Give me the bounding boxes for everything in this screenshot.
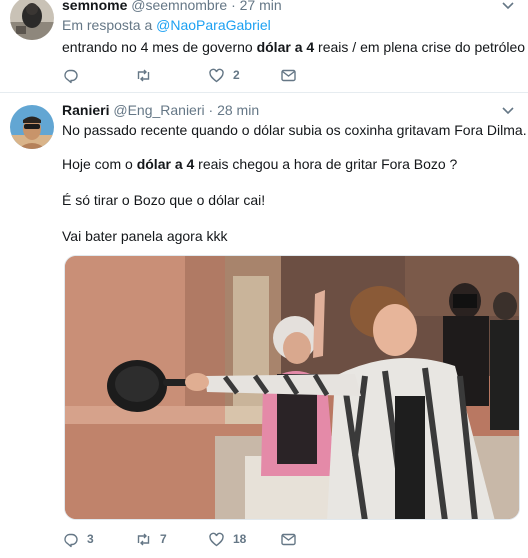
message-icon [281, 69, 296, 81]
separator-dot: · [231, 0, 236, 13]
tweet-actions: 3 7 18 [62, 529, 302, 549]
direct-message-button[interactable] [280, 65, 297, 85]
tweet-text-line-4: Vai bater panela agora kkk [62, 228, 228, 244]
text-part: entrando no 4 mes de governo [62, 39, 257, 55]
reply-context: Em resposta a @NaoParaGabriel [62, 17, 271, 33]
reply-handle-link[interactable]: @NaoParaGabriel [156, 17, 271, 33]
text-bold: dólar a 4 [256, 39, 315, 55]
retweet-button[interactable] [135, 65, 160, 85]
tweet-ranieri[interactable]: Ranieri @Eng_Ranieri · 28 min No passado… [0, 92, 528, 558]
text-part: Hoje com o [62, 156, 137, 172]
reply-icon [64, 69, 78, 83]
tweet-actions: 2 [62, 65, 302, 85]
tweet-semnome[interactable]: semnome @seemnombre · 27 min Em resposta… [0, 0, 528, 92]
author-name[interactable]: Ranieri [62, 102, 109, 118]
message-icon [281, 533, 296, 545]
tweet-header: Ranieri @Eng_Ranieri · 28 min [62, 102, 259, 118]
reply-button[interactable]: 3 [62, 529, 94, 549]
tweet-text-line-1: No passado recente quando o dólar subia … [62, 122, 527, 138]
heart-icon [209, 68, 224, 82]
text-bold: dólar a 4 [136, 156, 195, 172]
reply-button[interactable] [62, 65, 87, 85]
retweet-icon [137, 69, 150, 81]
retweet-button[interactable]: 7 [135, 529, 167, 549]
tweet-photo[interactable] [64, 255, 520, 520]
tweet-text-line-3: É só tirar o Bozo que o dólar cai! [62, 192, 266, 208]
reply-icon [64, 533, 78, 547]
tweet-header: semnome @seemnombre · 27 min [62, 0, 282, 13]
author-handle[interactable]: @Eng_Ranieri [113, 102, 204, 118]
chevron-down-icon[interactable] [502, 0, 514, 12]
timestamp[interactable]: 28 min [217, 102, 259, 118]
text-part: reais / em plena crise do petróleo [314, 39, 526, 55]
text-part: reais chegou a hora de gritar Fora Bozo … [194, 156, 458, 172]
direct-message-button[interactable] [280, 529, 297, 549]
heart-icon [209, 532, 224, 546]
like-button[interactable]: 18 [208, 529, 246, 549]
tweet-text-line-2: Hoje com o dólar a 4 reais chegou a hora… [62, 155, 457, 173]
reply-prefix: Em resposta a [62, 17, 153, 33]
timestamp[interactable]: 27 min [240, 0, 282, 13]
author-handle[interactable]: @seemnombre [131, 0, 227, 13]
separator-dot: · [208, 102, 214, 118]
reply-count: 3 [87, 532, 94, 546]
retweet-icon [137, 533, 150, 545]
chevron-down-icon[interactable] [502, 105, 514, 117]
like-count: 18 [233, 532, 247, 546]
author-name[interactable]: semnome [62, 0, 127, 13]
retweet-count: 7 [160, 532, 167, 546]
like-button[interactable]: 2 [208, 65, 240, 85]
tweet-text: entrando no 4 mes de governo dólar a 4 r… [62, 38, 525, 56]
avatar[interactable] [10, 0, 54, 40]
like-count: 2 [233, 68, 240, 82]
avatar-image [10, 0, 54, 40]
avatar-image [10, 105, 54, 149]
photo-image [65, 256, 519, 519]
avatar[interactable] [10, 105, 54, 149]
